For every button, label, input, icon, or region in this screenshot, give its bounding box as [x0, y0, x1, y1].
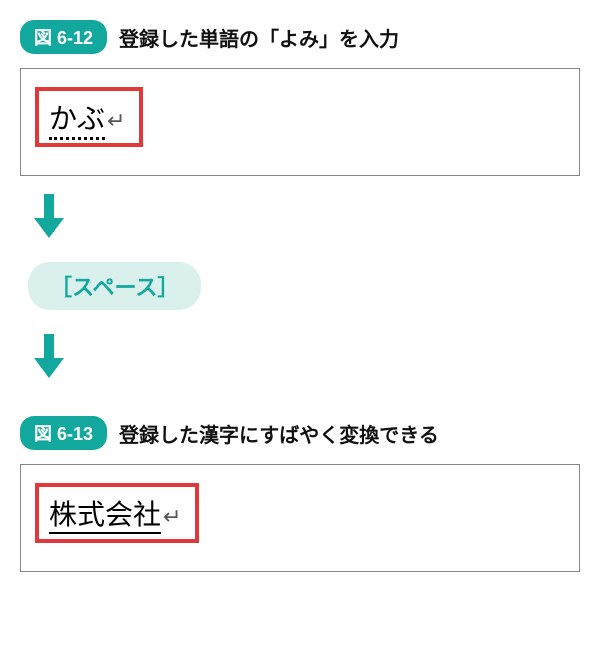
return-symbol-2: ↵: [163, 504, 181, 529]
return-symbol-1: ↵: [107, 108, 125, 133]
converted-kanji-text: 株式会社: [49, 500, 161, 534]
space-key-label: ［スペース］: [28, 262, 201, 310]
arrow-down-icon-2: [34, 334, 580, 378]
figure-badge-2: 図 6-13: [20, 416, 107, 450]
figure-header-2: 図 6-13 登録した漢字にすばやく変換できる: [20, 416, 580, 450]
figure-caption-1: 登録した単語の「よみ」を入力: [119, 23, 399, 52]
text-input-box-1: かぶ↵: [20, 68, 580, 176]
highlight-frame-1: かぶ↵: [35, 87, 143, 147]
key-label-container: ［スペース］: [20, 256, 580, 316]
text-input-box-2: 株式会社↵: [20, 464, 580, 572]
figure-header-1: 図 6-12 登録した単語の「よみ」を入力: [20, 20, 580, 54]
highlight-frame-2: 株式会社↵: [35, 483, 199, 543]
input-reading-text: かぶ: [49, 104, 105, 140]
arrow-down-icon-1: [34, 194, 580, 238]
figure-caption-2: 登録した漢字にすばやく変換できる: [119, 419, 439, 448]
figure-badge-1: 図 6-12: [20, 20, 107, 54]
